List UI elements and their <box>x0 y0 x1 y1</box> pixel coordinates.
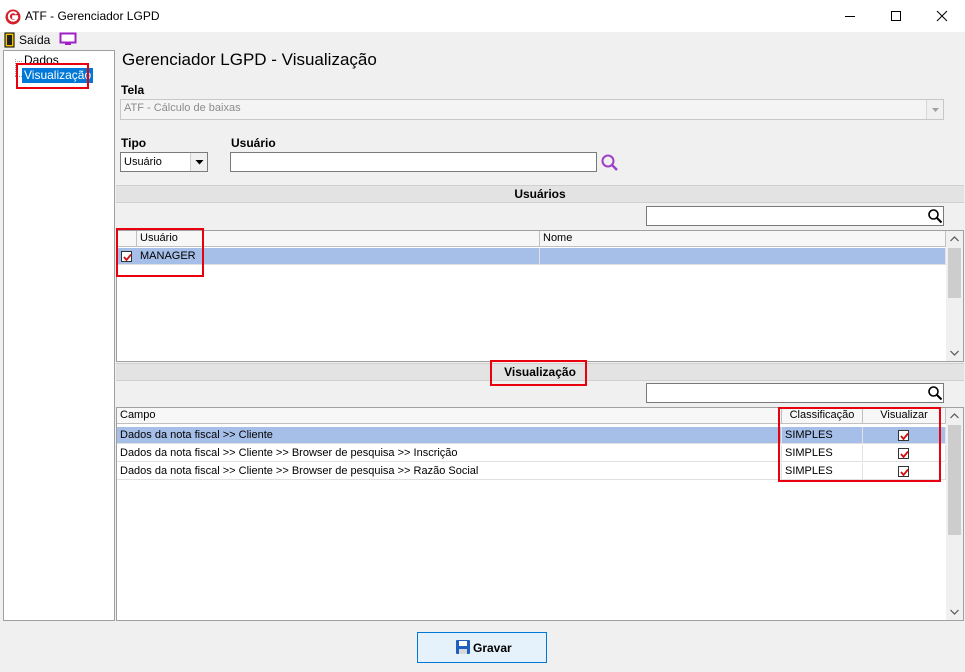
checkmark-icon <box>123 253 132 262</box>
magnifier-icon[interactable] <box>600 153 620 173</box>
save-button[interactable]: Gravar <box>417 632 547 663</box>
row-checkbox[interactable] <box>121 251 132 262</box>
exit-door-icon[interactable] <box>4 32 16 48</box>
column-header-nome[interactable]: Nome <box>540 231 946 247</box>
app-logo-icon <box>5 9 21 25</box>
checkmark-icon <box>900 432 909 441</box>
tela-dropdown-button[interactable] <box>926 100 943 119</box>
cell-classificacao: SIMPLES <box>782 445 863 462</box>
table-row[interactable]: Dados da nota fiscal >> Cliente >> Brows… <box>117 463 946 480</box>
tree-item-dados[interactable]: Dados <box>24 53 59 67</box>
cell-classificacao: SIMPLES <box>782 427 863 444</box>
cell-campo: Dados da nota fiscal >> Cliente >> Brows… <box>117 463 782 480</box>
cell-usuario: MANAGER <box>137 248 540 265</box>
cell-classificacao: SIMPLES <box>782 463 863 480</box>
floppy-disk-icon <box>456 640 470 654</box>
exit-menu-item[interactable]: Saída <box>19 33 50 47</box>
usuario-input[interactable] <box>230 152 597 172</box>
cell-campo: Dados da nota fiscal >> Cliente >> Brows… <box>117 445 782 462</box>
chevron-down-icon <box>950 609 959 615</box>
usuarios-filter-input[interactable] <box>646 206 944 226</box>
tipo-dropdown-button[interactable] <box>190 153 207 171</box>
usuarios-scrollbar[interactable] <box>946 231 963 361</box>
tela-label: Tela <box>121 83 145 97</box>
close-icon <box>936 10 948 22</box>
visualizar-checkbox[interactable] <box>898 466 909 477</box>
chevron-up-icon <box>950 413 959 419</box>
visualizacao-filter-input[interactable] <box>646 383 944 403</box>
usuarios-grid: Usuário Nome MANAGER <box>116 230 964 362</box>
maximize-button[interactable] <box>873 0 919 32</box>
usuarios-section-header: Usuários <box>116 185 964 203</box>
maximize-icon <box>891 11 901 21</box>
scrollbar-thumb[interactable] <box>948 425 961 535</box>
visualizacao-grid: Campo Classificação Visualizar Dados da … <box>116 407 964 621</box>
cell-campo: Dados da nota fiscal >> Cliente <box>117 427 782 444</box>
search-icon[interactable] <box>927 208 943 224</box>
minimize-icon <box>845 16 855 17</box>
table-row[interactable]: Dados da nota fiscal >> Cliente SIMPLES <box>117 427 946 444</box>
table-row[interactable]: Dados da nota fiscal >> Cliente >> Brows… <box>117 445 946 462</box>
column-header-usuario[interactable]: Usuário <box>137 231 540 247</box>
menu-bar <box>0 32 965 49</box>
checkmark-icon <box>900 468 909 477</box>
chevron-up-icon <box>950 236 959 242</box>
column-header-classificacao[interactable]: Classificação <box>782 408 863 424</box>
tela-select[interactable]: ATF - Cálculo de baixas <box>120 99 944 120</box>
visualizar-checkbox[interactable] <box>898 430 909 441</box>
visualizacao-scrollbar[interactable] <box>946 408 963 620</box>
column-header-visualizar[interactable]: Visualizar <box>863 408 946 424</box>
scrollbar-thumb[interactable] <box>948 248 961 298</box>
tipo-label: Tipo <box>121 136 147 150</box>
search-icon[interactable] <box>927 385 943 401</box>
column-header-campo[interactable]: Campo <box>117 408 782 424</box>
monitor-icon[interactable] <box>59 32 77 47</box>
visualizar-checkbox[interactable] <box>898 448 909 459</box>
close-button[interactable] <box>919 0 965 32</box>
usuario-label: Usuário <box>231 136 276 150</box>
chevron-down-icon <box>195 160 204 165</box>
save-button-label: Gravar <box>473 641 512 655</box>
cell-nome <box>540 248 946 265</box>
page-title: Gerenciador LGPD - Visualização <box>122 50 377 69</box>
visualizacao-section-header: Visualização <box>116 363 964 381</box>
navigation-tree <box>3 50 115 621</box>
chevron-down-icon <box>950 350 959 356</box>
table-row[interactable]: MANAGER <box>117 248 946 265</box>
title-bar: ATF - Gerenciador LGPD <box>0 0 965 32</box>
chevron-down-icon <box>932 108 939 112</box>
window-title: ATF - Gerenciador LGPD <box>25 9 160 23</box>
tree-item-visualizacao[interactable]: Visualização <box>22 68 94 83</box>
minimize-button[interactable] <box>827 0 873 32</box>
checkmark-icon <box>900 450 909 459</box>
